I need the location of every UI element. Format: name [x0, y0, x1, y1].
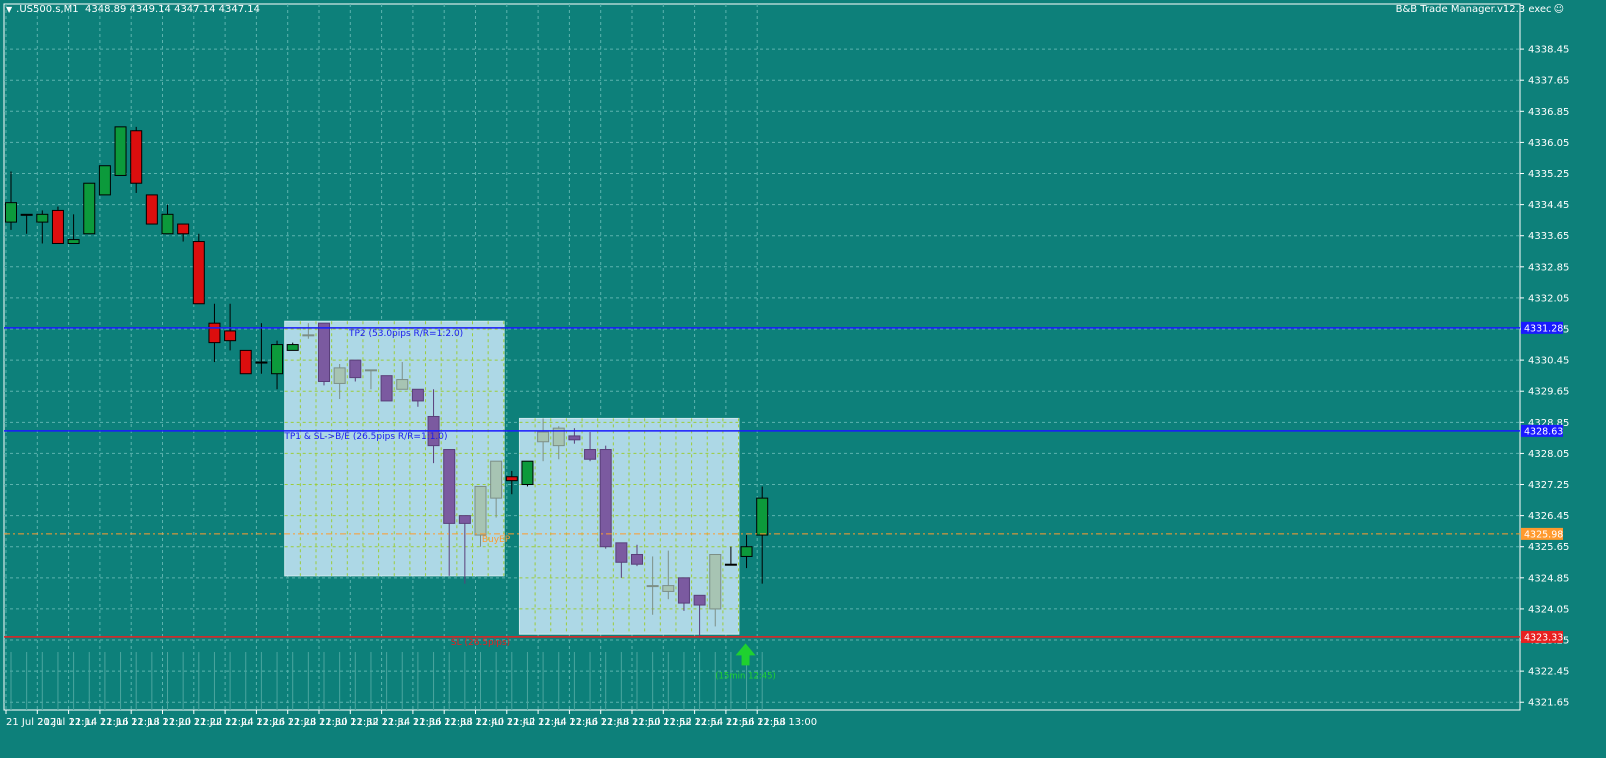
candle-body[interactable]	[286, 344, 299, 351]
price-tick-label: 4321.65	[1528, 698, 1569, 709]
tp-price-tag-label: 4328.63	[1524, 426, 1563, 437]
candle-body[interactable]	[20, 213, 33, 216]
candle-body[interactable]	[67, 239, 80, 244]
price-tick-label: 4325.65	[1528, 542, 1569, 553]
candle-body[interactable]	[192, 241, 205, 305]
candle-body[interactable]	[490, 460, 503, 499]
candle-body[interactable]	[239, 349, 252, 375]
plot-frame	[3, 3, 1521, 711]
candle-body[interactable]	[271, 344, 284, 375]
candle-body[interactable]	[724, 563, 737, 566]
candle-body[interactable]	[333, 367, 346, 384]
candle-body[interactable]	[756, 497, 769, 536]
candle-body[interactable]	[568, 435, 581, 441]
entry-price-tag-label: 4325.98	[1524, 529, 1563, 540]
candle-body[interactable]	[505, 476, 518, 482]
tp-price-tag-label: 4331.28	[1524, 323, 1563, 334]
candle-body[interactable]	[255, 361, 268, 364]
chart-header: ▼ .US500.s,M1 4348.89 4349.14 4347.14 434…	[6, 4, 260, 15]
ohlc-values: 4348.89 4349.14 4347.14 4347.14	[85, 4, 260, 15]
price-tick-label: 4336.05	[1528, 138, 1569, 149]
candle-body[interactable]	[145, 194, 158, 225]
chart-window[interactable]: 4338.45 4337.65 4336.85 4336.05 4335.25 4334.…	[0, 0, 1606, 754]
sl-price-tag-label: 4323.33	[1524, 632, 1563, 643]
price-tick-label: 4324.85	[1528, 573, 1569, 584]
candle-body[interactable]	[98, 165, 111, 196]
candle-body[interactable]	[396, 379, 409, 390]
candle-body[interactable]	[161, 213, 174, 235]
candle-body[interactable]	[584, 449, 597, 460]
candle-body[interactable]	[177, 223, 190, 235]
entry-level-label: BuyEP	[482, 535, 511, 545]
price-tick-label: 4337.65	[1528, 76, 1569, 87]
price-tick-label: 4336.85	[1528, 107, 1569, 118]
candle-body[interactable]	[114, 126, 127, 176]
candle-body[interactable]	[443, 449, 456, 524]
price-tick-label: 4332.85	[1528, 262, 1569, 273]
candle-body[interactable]	[646, 585, 659, 588]
smiley-icon: ☺	[1553, 4, 1564, 15]
price-tick-label: 4324.05	[1528, 604, 1569, 615]
candle-body[interactable]	[615, 542, 628, 563]
candle-body[interactable]	[364, 369, 377, 372]
price-chart[interactable]: 4338.45 4337.65 4336.85 4336.05 4335.25 4334.…	[0, 0, 1606, 754]
candle-body[interactable]	[693, 594, 706, 606]
signal-label: (15min 12:45)	[715, 671, 776, 681]
price-tick-label: 4328.05	[1528, 449, 1569, 460]
price-tick-label: 4330.45	[1528, 356, 1569, 367]
candle-body[interactable]	[380, 375, 393, 402]
candle-body[interactable]	[130, 130, 143, 184]
candle-body[interactable]	[709, 553, 722, 610]
candle-body[interactable]	[36, 213, 49, 223]
candle-body[interactable]	[521, 460, 534, 486]
candle-body[interactable]	[208, 322, 221, 344]
candle-body[interactable]	[5, 202, 17, 223]
candle-body[interactable]	[631, 553, 643, 565]
candle-body[interactable]	[537, 431, 550, 443]
price-tick-label: 4327.25	[1528, 480, 1569, 491]
candle-body[interactable]	[349, 359, 362, 379]
candle-body[interactable]	[740, 546, 753, 557]
candle-body[interactable]	[224, 330, 237, 342]
price-tick-label: 4338.45	[1528, 45, 1569, 56]
tp-level-label: TP2 (53.0pips R/R=1:2.0)	[348, 329, 463, 339]
tp-level-label: TP1 & SL->B/E (26.5pips R/R=1:1.0)	[283, 432, 447, 442]
candle-body[interactable]	[83, 182, 96, 235]
price-tick-label: 4332.05	[1528, 293, 1569, 304]
candle-body[interactable]	[458, 515, 471, 524]
symbol-menu-arrow-icon[interactable]: ▼	[6, 5, 12, 14]
buy-signal-arrow-icon[interactable]	[735, 643, 756, 666]
symbol-label: .US500.s,M1	[16, 4, 79, 15]
price-tick-label: 4329.65	[1528, 387, 1569, 398]
sl-level-label: SL (26.5pips)	[451, 638, 510, 648]
candle-body[interactable]	[411, 388, 424, 402]
candle-body[interactable]	[677, 577, 690, 604]
price-tick-label: 4335.25	[1528, 169, 1569, 180]
price-tick-label: 4326.45	[1528, 511, 1569, 522]
time-tick-label: 21 Jul 13:00	[757, 717, 817, 728]
candle-body[interactable]	[662, 585, 675, 592]
price-tick-label: 4334.45	[1528, 200, 1569, 211]
candle-body[interactable]	[302, 334, 315, 337]
candle-body[interactable]	[599, 449, 612, 548]
price-tick-label: 4322.45	[1528, 667, 1569, 678]
expert-advisor-label[interactable]: B&B Trade Manager.v12.3 exec ☺	[1396, 4, 1564, 15]
candle-body[interactable]	[318, 322, 330, 382]
candle-body[interactable]	[51, 209, 64, 244]
candle-body[interactable]	[474, 485, 487, 536]
price-tick-label: 4333.65	[1528, 231, 1569, 242]
expert-name: B&B Trade Manager.v12.3 exec	[1395, 4, 1552, 15]
